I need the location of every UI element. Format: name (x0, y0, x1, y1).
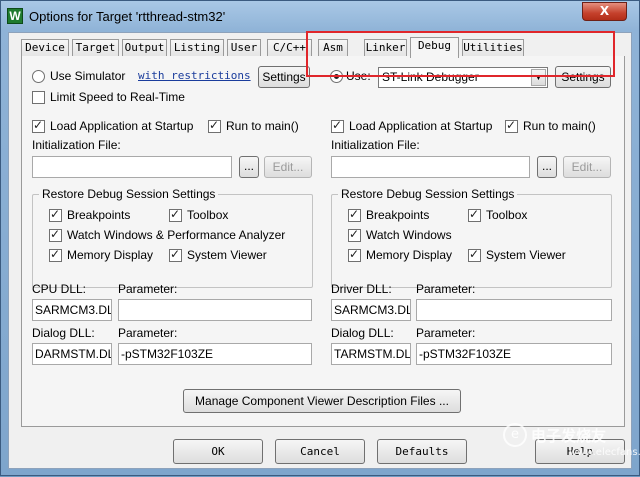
sim-run-to-main-checkbox[interactable] (208, 118, 221, 133)
cpu-dll-input[interactable]: SARMCM3.DLL (32, 299, 112, 321)
sim-system-viewer-checkbox[interactable] (169, 247, 182, 262)
simulator-settings-button[interactable]: Settings (258, 66, 310, 88)
with-restrictions-link[interactable]: with restrictions (138, 69, 251, 82)
tgt-system-viewer-label: System Viewer (486, 248, 566, 262)
tgt-init-browse-button[interactable]: ... (537, 156, 557, 178)
cpu-dll-parameter-label: Parameter: (118, 282, 178, 296)
tgt-dialog-dll-input[interactable]: TARMSTM.DLL (331, 343, 411, 365)
elecfans-logo-icon: e (503, 423, 527, 447)
sim-init-file-label: Initialization File: (32, 138, 121, 152)
sim-watch-windows-checkbox[interactable] (49, 227, 62, 242)
watermark-text: 电子发烧友 (531, 427, 607, 445)
sim-breakpoints-label: Breakpoints (67, 208, 131, 222)
tgt-load-app-label: Load Application at Startup (349, 119, 493, 133)
tab-listing[interactable]: Listing (170, 39, 224, 57)
sim-system-viewer-label: System Viewer (187, 248, 267, 262)
manage-component-viewer-button[interactable]: Manage Component Viewer Description File… (183, 389, 461, 413)
limit-speed-checkbox[interactable] (32, 91, 45, 104)
tab-target[interactable]: Target (72, 39, 119, 57)
sim-dialog-dll-input[interactable]: DARMSTM.DLL (32, 343, 112, 365)
tgt-toolbox-label: Toolbox (486, 208, 528, 222)
tgt-memory-display-checkbox[interactable] (348, 247, 361, 262)
sim-breakpoints-checkbox[interactable] (49, 207, 62, 222)
driver-dll-parameter-input[interactable] (416, 299, 612, 321)
limit-speed-label: Limit Speed to Real-Time (50, 90, 185, 104)
sim-load-app-checkbox[interactable] (32, 118, 45, 133)
tgt-init-file-input[interactable] (331, 156, 530, 178)
tgt-run-to-main-label: Run to main() (523, 119, 596, 133)
watermark-url: www.elecfans.com (569, 447, 640, 458)
debug-tab-panel: Use Simulator with restrictions Settings… (21, 56, 625, 427)
use-simulator-label: Use Simulator (50, 69, 126, 83)
tgt-restore-settings-group: Restore Debug Session Settings Breakpoin… (331, 187, 612, 288)
red-highlight-box (306, 31, 615, 77)
window-title: Options for Target 'rtthread-stm32' (29, 9, 226, 24)
cpu-dll-label: CPU DLL: (32, 282, 87, 296)
ok-button[interactable]: OK (173, 439, 263, 464)
tgt-memory-display-label: Memory Display (366, 248, 453, 262)
sim-restore-settings-group: Restore Debug Session Settings Breakpoin… (32, 187, 313, 288)
sim-memory-display-label: Memory Display (67, 248, 154, 262)
options-dialog: W Options for Target 'rtthread-stm32' X … (0, 0, 640, 476)
tgt-load-app-checkbox[interactable] (331, 118, 344, 133)
sim-run-to-main-label: Run to main() (226, 119, 299, 133)
sim-watch-windows-label: Watch Windows & Performance Analyzer (67, 228, 286, 242)
sim-init-edit-button[interactable]: Edit... (264, 156, 312, 178)
tgt-dialog-parameter-input[interactable]: -pSTM32F103ZE (416, 343, 612, 365)
sim-toolbox-checkbox[interactable] (169, 207, 182, 222)
driver-dll-label: Driver DLL: (331, 282, 392, 296)
sim-toolbox-label: Toolbox (187, 208, 229, 222)
driver-dll-parameter-label: Parameter: (416, 282, 476, 296)
defaults-button[interactable]: Defaults (377, 439, 467, 464)
tgt-dialog-parameter-label: Parameter: (416, 326, 476, 340)
tgt-breakpoints-checkbox[interactable] (348, 207, 361, 222)
tab-output[interactable]: Output (122, 39, 167, 57)
cancel-button[interactable]: Cancel (275, 439, 365, 464)
tgt-breakpoints-label: Breakpoints (366, 208, 430, 222)
tgt-restore-settings-title: Restore Debug Session Settings (338, 187, 518, 201)
sim-load-app-label: Load Application at Startup (50, 119, 194, 133)
sim-dialog-parameter-input[interactable]: -pSTM32F103ZE (118, 343, 312, 365)
sim-memory-display-checkbox[interactable] (49, 247, 62, 262)
tgt-system-viewer-checkbox[interactable] (468, 247, 481, 262)
tgt-toolbox-checkbox[interactable] (468, 207, 481, 222)
sim-init-file-input[interactable] (32, 156, 232, 178)
use-simulator-radio[interactable] (32, 70, 45, 83)
tgt-dialog-dll-label: Dialog DLL: (331, 326, 394, 340)
tgt-watch-windows-checkbox[interactable] (348, 227, 361, 242)
dialog-body: Device Target Output Listing User C/C++ … (8, 32, 632, 469)
watermark: e 电子发烧友 www.elecfans.com (501, 419, 640, 477)
tgt-run-to-main-checkbox[interactable] (505, 118, 518, 133)
sim-init-browse-button[interactable]: ... (239, 156, 259, 178)
tgt-init-edit-button[interactable]: Edit... (563, 156, 611, 178)
tab-device[interactable]: Device (21, 39, 69, 57)
tab-debug[interactable]: Debug (410, 37, 459, 58)
keil-app-icon: W (7, 8, 23, 24)
tgt-init-file-label: Initialization File: (331, 138, 420, 152)
sim-restore-settings-title: Restore Debug Session Settings (39, 187, 219, 201)
driver-dll-input[interactable]: SARMCM3.DLL (331, 299, 411, 321)
close-button[interactable]: X (582, 2, 627, 21)
tab-user[interactable]: User (227, 39, 261, 57)
title-bar[interactable]: W Options for Target 'rtthread-stm32' X (1, 1, 639, 33)
cpu-dll-parameter-input[interactable] (118, 299, 312, 321)
tgt-watch-windows-label: Watch Windows (366, 228, 452, 242)
sim-dialog-dll-label: Dialog DLL: (32, 326, 95, 340)
sim-dialog-parameter-label: Parameter: (118, 326, 178, 340)
